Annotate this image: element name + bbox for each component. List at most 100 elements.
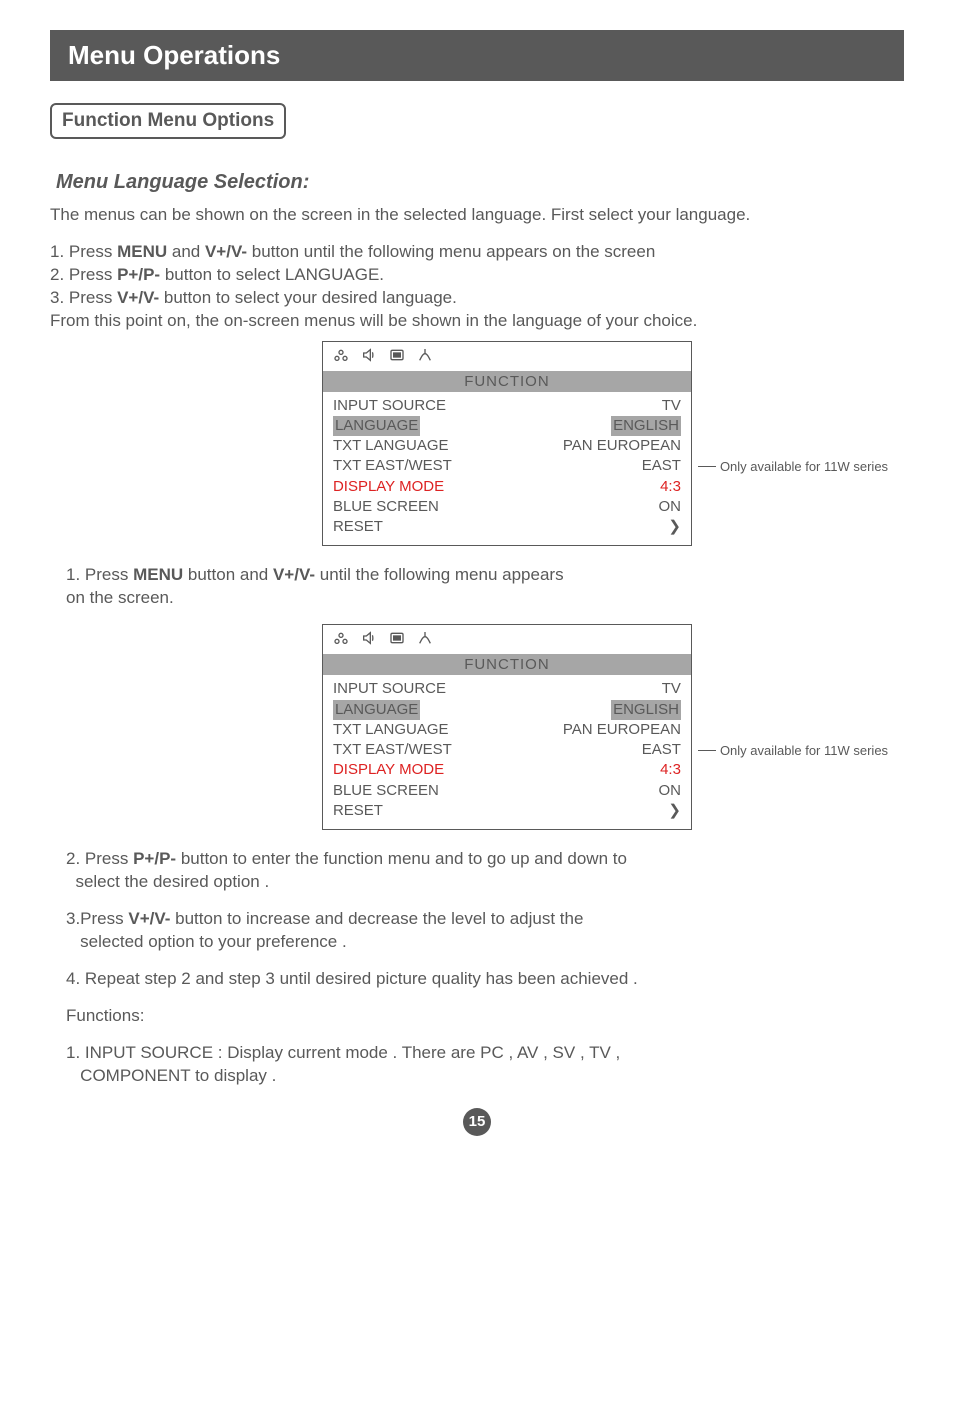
kw-menu: MENU [133,565,183,584]
tuning-icon [417,630,433,651]
function-item-1: 1. INPUT SOURCE : Display current mode .… [66,1042,904,1088]
osd-row: DISPLAY MODE 4:3 [333,477,681,497]
kw-vplusminus: V+/V- [117,288,159,307]
callout-line [698,466,716,467]
osd-row: INPUT SOURCE TV [333,396,681,416]
osd-value: PAN EUROPEAN [563,436,681,456]
post-step-4: 4. Repeat step 2 and step 3 until desire… [66,968,904,991]
osd-value: 4:3 [660,760,681,780]
osd-label: LANGUAGE [333,416,420,436]
osd-value: ON [658,781,681,801]
osd-row: RESET ❯ [333,517,681,537]
step-text: button until the following menu appears … [247,242,655,261]
osd-row: INPUT SOURCE TV [333,679,681,699]
step-text: button to select your desired language. [159,288,457,307]
post-step-3: 3.Press V+/V- button to increase and dec… [66,908,904,954]
osd-label: BLUE SCREEN [333,497,439,517]
kw-pplusminus: P+/P- [133,849,176,868]
step-text: on the screen. [66,588,174,607]
kw-vplusminus: V+/V- [128,909,170,928]
steps-block-1: 1. Press MENU and V+/V- button until the… [50,241,904,333]
step-text: button and [183,565,273,584]
step-text: select the desired option . [75,872,269,891]
step-text: button to select LANGUAGE. [160,265,384,284]
osd-label: TXT EAST/WEST [333,456,452,476]
osd-tab-icons [323,625,691,654]
osd-label: BLUE SCREEN [333,781,439,801]
osd-value: ENGLISH [611,700,681,720]
osd-label: RESET [333,801,383,821]
callout-1: Only available for 11W series [698,459,888,474]
osd-menu-1: FUNCTION INPUT SOURCE TV LANGUAGE ENGLISH … [322,341,692,547]
osd-tab-icons [323,342,691,371]
osd-row: DISPLAY MODE 4:3 [333,760,681,780]
osd-body-2: INPUT SOURCE TV LANGUAGE ENGLISH TXT LANGU… [323,675,691,829]
step-text: 2. Press [66,849,133,868]
osd-value: EAST [642,456,681,476]
osd-label: LANGUAGE [333,700,420,720]
osd-row: RESET ❯ [333,801,681,821]
step-text: 1. Press [66,565,133,584]
step-text: button to enter the function menu and to… [176,849,627,868]
osd-row: LANGUAGE ENGLISH [333,416,681,436]
tuning-icon [417,347,433,368]
osd-value: TV [662,679,681,699]
osd-menu-2-wrap: FUNCTION INPUT SOURCE TV LANGUAGE ENGLISH … [50,624,904,830]
osd-value: TV [662,396,681,416]
osd-label: DISPLAY MODE [333,760,444,780]
step-tail: From this point on, the on-screen menus … [50,311,697,330]
osd-label: INPUT SOURCE [333,396,446,416]
function-icon [389,347,405,368]
kw-pplusminus: P+/P- [117,265,160,284]
sound-icon [361,630,377,651]
sound-icon [361,347,377,368]
kw-vplusminus: V+/V- [273,565,315,584]
step-text: 3. Press [50,288,117,307]
kw-menu: MENU [117,242,167,261]
osd-header: FUNCTION [323,654,691,675]
osd-row: TXT LANGUAGE PAN EUROPEAN [333,720,681,740]
osd-menu-2: FUNCTION INPUT SOURCE TV LANGUAGE ENGLISH … [322,624,692,830]
picture-icon [333,347,349,368]
step-after-osd1: 1. Press MENU button and V+/V- until the… [66,564,904,610]
osd-arrow-icon: ❯ [668,517,681,537]
step-text: 1. Press [50,242,117,261]
osd-value: PAN EUROPEAN [563,720,681,740]
osd-label: RESET [333,517,383,537]
osd-value: EAST [642,740,681,760]
osd-menu-1-wrap: FUNCTION INPUT SOURCE TV LANGUAGE ENGLISH … [50,341,904,547]
osd-label: TXT LANGUAGE [333,436,449,456]
osd-row: TXT EAST/WESTEAST [333,740,681,760]
osd-row: BLUE SCREEN ON [333,497,681,517]
page-number: 15 [463,1108,491,1136]
post-step-2: 2. Press P+/P- button to enter the funct… [66,848,904,894]
osd-arrow-icon: ❯ [668,801,681,821]
osd-row: TXT EAST/WEST EAST [333,456,681,476]
osd-row: BLUE SCREEN ON [333,781,681,801]
osd-label: TXT LANGUAGE [333,720,449,740]
step-text: 3.Press [66,909,128,928]
osd-value: ON [658,497,681,517]
osd-value: 4:3 [660,477,681,497]
intro-text: The menus can be shown on the screen in … [50,204,904,227]
step-text: button to increase and decrease the leve… [170,909,583,928]
picture-icon [333,630,349,651]
page-title: Menu Operations [50,30,904,81]
functions-heading: Functions: [66,1005,904,1028]
step-text: selected option to your preference . [80,932,347,951]
function-icon [389,630,405,651]
section-heading: Menu Language Selection: [56,171,904,194]
osd-value: ENGLISH [611,416,681,436]
subtitle-box: Function Menu Options [50,103,286,139]
step-text: 2. Press [50,265,117,284]
step-text: and [167,242,205,261]
osd-header: FUNCTION [323,371,691,392]
osd-row: LANGUAGE ENGLISH [333,700,681,720]
osd-label: INPUT SOURCE [333,679,446,699]
callout-2: Only available for 11W series [698,743,888,758]
osd-body-1: INPUT SOURCE TV LANGUAGE ENGLISH TXT LANGU… [323,392,691,546]
osd-label: DISPLAY MODE [333,477,444,497]
step-text: until the following menu appears [315,565,564,584]
osd-row: TXT LANGUAGE PAN EUROPEAN [333,436,681,456]
callout-text: Only available for 11W series [720,459,888,474]
